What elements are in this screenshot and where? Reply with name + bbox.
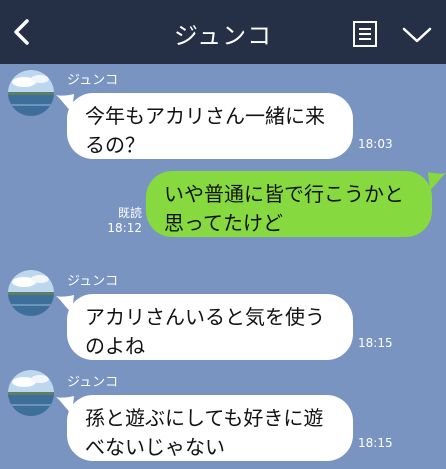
message-bubble[interactable]: 孫と遊ぶにしても好きに遊 べないじゃない [67, 395, 353, 461]
message-bubble[interactable]: いや普通に皆で行こうかと 思ってたけど [146, 171, 432, 237]
message-bubble[interactable]: アカリさんいると気を使う のよね [67, 294, 353, 360]
message-time: 18:15 [358, 436, 393, 450]
message-text-line: るの？ [85, 133, 145, 157]
landscape-avatar-image [8, 70, 54, 116]
message-time: 18:12 [107, 221, 142, 235]
avatar[interactable] [8, 70, 54, 116]
message-time: 18:03 [358, 137, 393, 151]
read-receipt: 既読 18:12 [104, 206, 142, 236]
chevron-down-icon [402, 27, 432, 43]
message-text-line: べないじゃない [85, 435, 225, 459]
menu-toggle-button[interactable] [402, 26, 432, 44]
sender-name: ジュンコ [67, 274, 119, 289]
avatar[interactable] [8, 270, 54, 316]
read-label: 既読 [117, 206, 142, 220]
avatar[interactable] [8, 370, 54, 416]
sender-name: ジュンコ [67, 375, 119, 390]
note-button[interactable] [352, 20, 378, 48]
message-text-line: いや普通に皆で行こうかと [164, 182, 404, 206]
chat-header: ジュンコ [0, 0, 446, 64]
chat-title: ジュンコ [173, 22, 273, 50]
sender-name: ジュンコ [67, 73, 119, 88]
landscape-avatar-image [8, 270, 54, 316]
message-text-line: 思ってたけど [164, 211, 283, 235]
message-text-line: 今年もアカリさん一緒に来 [85, 104, 325, 128]
note-icon [353, 21, 377, 47]
message-bubble[interactable]: 今年もアカリさん一緒に来 るの？ [67, 93, 353, 159]
bubble-tail [428, 172, 446, 190]
message-time: 18:15 [358, 336, 393, 350]
message-text-line: 孫と遊ぶにしても好きに遊 [85, 406, 324, 430]
landscape-avatar-image [8, 370, 54, 416]
message-text-line: アカリさんいると気を使う [85, 305, 325, 329]
message-text-line: のよね [85, 334, 145, 358]
